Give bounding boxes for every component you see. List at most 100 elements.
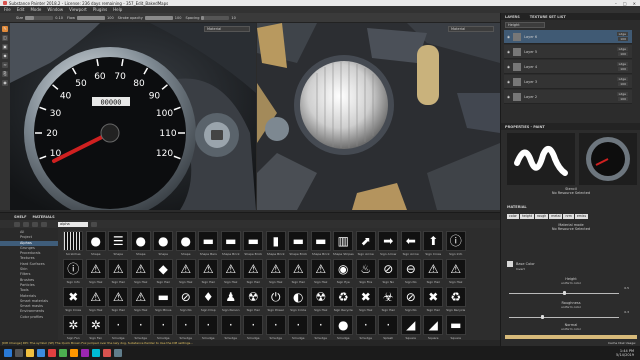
alpha-thumbnail[interactable]: ◢ bbox=[423, 315, 444, 335]
size-slider[interactable] bbox=[25, 15, 54, 20]
alpha-thumbnail[interactable]: ✖ bbox=[63, 287, 84, 307]
alpha-tile[interactable]: ⚠ Sign Haz bbox=[85, 287, 108, 315]
start-icon[interactable] bbox=[4, 349, 12, 357]
alpha-thumbnail[interactable]: · bbox=[310, 315, 331, 335]
alpha-thumbnail[interactable]: · bbox=[378, 315, 399, 335]
alpha-thumbnail[interactable]: ⚠ bbox=[130, 259, 151, 279]
alpha-tile[interactable]: ▬ Sign Minus bbox=[152, 287, 175, 315]
spacing-value[interactable]: 10 bbox=[231, 16, 235, 20]
app-icon-6[interactable] bbox=[114, 349, 122, 357]
alpha-tile[interactable]: ⬆ Sign Cross bbox=[422, 231, 445, 259]
eye-icon[interactable]: ◉ bbox=[507, 95, 510, 99]
layer-row[interactable]: ◉ Layer 2 Ldge 100 bbox=[504, 90, 632, 104]
alpha-tile[interactable]: ⚠ Sign Haz bbox=[445, 259, 468, 287]
alpha-tile[interactable]: Scratches bbox=[62, 231, 85, 259]
alpha-tile[interactable]: ◢ Square bbox=[400, 315, 423, 343]
channel-toggle-color[interactable]: color bbox=[507, 214, 519, 219]
alpha-tile[interactable]: ✖ Sign Haz bbox=[422, 287, 445, 315]
tab-layers[interactable]: LAYERS bbox=[505, 15, 520, 19]
roughness-slider-knob[interactable] bbox=[541, 315, 545, 319]
tab-materials[interactable]: MATERIALS bbox=[32, 215, 54, 219]
substance-painter-icon[interactable] bbox=[103, 349, 111, 357]
alpha-thumbnail[interactable]: ▬ bbox=[288, 231, 309, 251]
alpha-thumbnail[interactable]: · bbox=[265, 315, 286, 335]
flow-control[interactable]: Flow 100 bbox=[67, 15, 114, 20]
channel-toggle-height[interactable]: height bbox=[519, 214, 535, 219]
layer-name[interactable]: Layer 6 bbox=[524, 35, 537, 39]
layer-row[interactable]: ◉ Layer 5 Ldge 100 bbox=[504, 45, 632, 59]
alpha-thumbnail[interactable]: ▬ bbox=[220, 231, 241, 251]
alpha-thumbnail[interactable]: ✲ bbox=[85, 315, 106, 335]
alpha-thumbnail[interactable]: ● bbox=[153, 231, 174, 251]
layer-opacity[interactable]: 100 bbox=[618, 37, 628, 41]
alpha-thumbnail[interactable]: ✖ bbox=[355, 287, 376, 307]
alpha-tile[interactable]: ▬ Shape Bars bbox=[197, 231, 220, 259]
alpha-tile[interactable]: · Smudge bbox=[107, 315, 130, 343]
viewport-3d[interactable]: 10 20 30 40 50 60 70 80 90 100 110 120 00000 Materi… bbox=[10, 23, 256, 210]
alpha-thumbnail[interactable]: ● bbox=[175, 231, 196, 251]
alpha-thumbnail[interactable]: ♨ bbox=[355, 259, 376, 279]
spacing-control[interactable]: Spacing 10 bbox=[185, 15, 236, 20]
alpha-tile[interactable]: ◐ Sign Circle bbox=[287, 287, 310, 315]
stencil-value[interactable]: No Resource Selected bbox=[507, 191, 635, 195]
alpha-thumbnail[interactable]: ♻ bbox=[333, 287, 354, 307]
alpha-tile[interactable]: ♟ Sign Person bbox=[220, 287, 243, 315]
alpha-thumbnail[interactable]: ⚠ bbox=[243, 259, 264, 279]
layer-blend-mode[interactable]: Ldge bbox=[616, 92, 628, 96]
alpha-tile[interactable]: ⬅ Sign Arrow bbox=[400, 231, 423, 259]
spacing-slider[interactable] bbox=[201, 15, 230, 20]
alpha-thumbnail[interactable]: ⚠ bbox=[288, 259, 309, 279]
alpha-thumbnail[interactable]: ⚠ bbox=[220, 259, 241, 279]
alpha-tile[interactable]: ✖ Sign Cross bbox=[62, 287, 85, 315]
alpha-thumbnail[interactable]: ⚠ bbox=[108, 259, 129, 279]
alpha-tile[interactable]: · Smudge bbox=[265, 315, 288, 343]
alpha-tile[interactable]: ☣ Sign Haz bbox=[377, 287, 400, 315]
layer-blend[interactable]: Ldge 100 bbox=[616, 92, 628, 101]
alpha-tile[interactable]: ● Smudge bbox=[332, 315, 355, 343]
layer-name[interactable]: Layer 2 bbox=[524, 95, 537, 99]
alpha-tile[interactable]: ▥ Shape Stripes bbox=[332, 231, 355, 259]
alpha-tile[interactable]: ⬈ Sign Arrow bbox=[355, 231, 378, 259]
alpha-tile[interactable]: ◢ Square bbox=[422, 315, 445, 343]
alpha-thumbnail[interactable]: ▮ bbox=[265, 231, 286, 251]
alpha-tile[interactable]: ▬ Shape Brick bbox=[287, 231, 310, 259]
alpha-tile[interactable]: ➡ Sign Arrow bbox=[377, 231, 400, 259]
layer-opacity[interactable]: 100 bbox=[618, 52, 628, 56]
grid-view-icon[interactable] bbox=[41, 221, 47, 227]
channel-toggle-metal[interactable]: metal bbox=[549, 214, 563, 219]
alpha-tile[interactable]: ▬ Shape Brick bbox=[220, 231, 243, 259]
alpha-thumbnail[interactable]: ⬅ bbox=[400, 231, 421, 251]
alpha-thumbnail[interactable]: ⬈ bbox=[355, 231, 376, 251]
alpha-thumbnail[interactable]: · bbox=[243, 315, 264, 335]
alpha-tile[interactable]: ♨ Sign Fire bbox=[355, 259, 378, 287]
alpha-thumbnail[interactable]: ● bbox=[333, 315, 354, 335]
edge-icon[interactable] bbox=[37, 349, 45, 357]
alpha-thumbnail[interactable]: ☣ bbox=[378, 287, 399, 307]
alpha-tile[interactable]: ⚠ Sign Haz bbox=[107, 259, 130, 287]
shelf-search-input[interactable]: alpha bbox=[58, 221, 88, 227]
import-icon[interactable] bbox=[23, 221, 29, 227]
alpha-tile[interactable]: ☰ Shape bbox=[107, 231, 130, 259]
layer-row[interactable]: ◉ Layer 4 Ldge 100 bbox=[504, 60, 632, 74]
layer-row[interactable]: ◉ Layer 3 Ldge 100 bbox=[504, 75, 632, 89]
alpha-thumbnail[interactable]: · bbox=[220, 315, 241, 335]
viewport-2d[interactable]: Material bbox=[257, 23, 500, 210]
alpha-tile[interactable]: ● Shape bbox=[175, 231, 198, 259]
clone-icon[interactable]: ⎘ bbox=[2, 71, 8, 77]
alpha-tile[interactable]: ♻ Sign Recycle bbox=[332, 287, 355, 315]
folder-icon[interactable] bbox=[14, 221, 20, 227]
alpha-thumbnail[interactable]: · bbox=[108, 315, 129, 335]
alpha-thumbnail[interactable]: ⚠ bbox=[198, 259, 219, 279]
alpha-tile[interactable]: ✲ Sign Fan bbox=[85, 315, 108, 343]
alpha-tile[interactable]: ⚠ Sign Haz bbox=[287, 259, 310, 287]
menu-mode[interactable]: Mode bbox=[30, 7, 41, 12]
height-value[interactable]: 0.5 bbox=[624, 286, 629, 290]
alpha-tile[interactable]: ⚠ Sign Haz bbox=[242, 259, 265, 287]
viewport-2d-mode-select[interactable]: Material bbox=[448, 26, 494, 32]
roughness-value[interactable]: 0.3 bbox=[624, 310, 629, 314]
alpha-tile[interactable]: ⓘ Sign Info bbox=[445, 231, 468, 259]
alpha-tile[interactable]: ▮ Shape Brick bbox=[265, 231, 288, 259]
channel-toggle-nrm[interactable]: nrm bbox=[563, 214, 574, 219]
stroke-opacity-slider[interactable] bbox=[144, 15, 173, 20]
alpha-thumbnail[interactable]: ♻ bbox=[445, 287, 466, 307]
